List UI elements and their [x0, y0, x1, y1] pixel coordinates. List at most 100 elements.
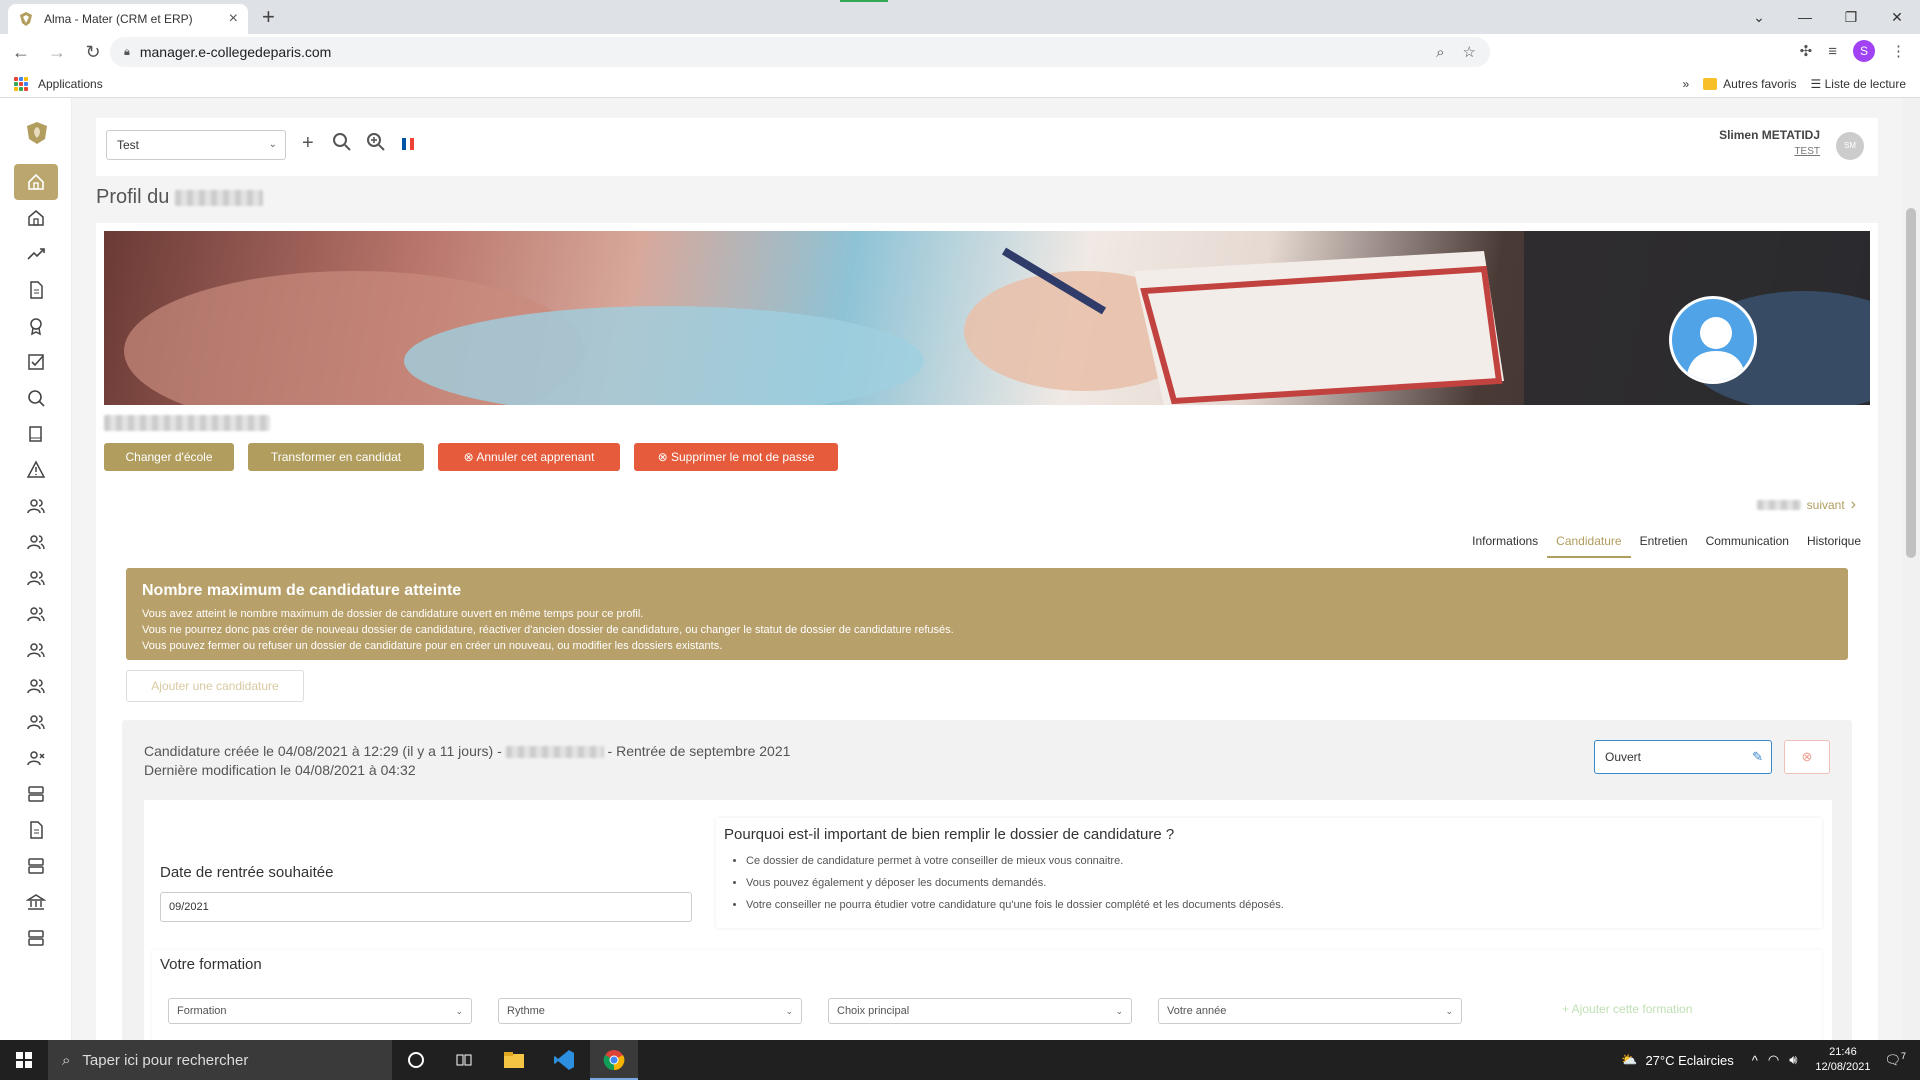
bookmark-star-icon[interactable]: ☆ — [1463, 43, 1476, 61]
tab-historique[interactable]: Historique — [1798, 528, 1870, 558]
formation-select[interactable]: Formation ⌄ — [168, 998, 472, 1024]
banner-illustration — [124, 231, 1870, 405]
extensions-icon[interactable]: ✣ — [1800, 42, 1813, 60]
application-modified: Dernière modification le 04/08/2021 à 04… — [144, 762, 416, 778]
bookmark-folder-other[interactable]: Autres favoris — [1703, 77, 1797, 91]
rythme-select[interactable]: Rythme ⌄ — [498, 998, 802, 1024]
sidebar-item-search[interactable] — [14, 380, 58, 416]
sidebar-item-school[interactable] — [14, 200, 58, 236]
bookmarks-overflow-icon[interactable]: » — [1682, 77, 1689, 91]
trending-icon — [27, 248, 45, 260]
cortana-icon[interactable] — [402, 1046, 430, 1074]
page-title: Profil du — [96, 186, 263, 209]
sidebar-item-book[interactable] — [14, 416, 58, 452]
to-candidate-button[interactable]: Transformer en candidat — [248, 443, 424, 471]
taskbar-search[interactable]: ⌕ Taper ici pour rechercher — [48, 1040, 392, 1080]
sidebar-item-checkbox[interactable] — [14, 344, 58, 380]
close-window-icon[interactable]: ✕ — [1874, 9, 1920, 26]
edit-pencil-icon[interactable]: ✎ — [1752, 741, 1763, 773]
tab-communication[interactable]: Communication — [1697, 528, 1798, 558]
tab-candidature[interactable]: Candidature — [1547, 528, 1631, 558]
zoom-icon[interactable]: ⌕ — [1436, 44, 1444, 61]
user-avatar[interactable]: SM — [1836, 132, 1864, 160]
users-icon — [27, 571, 45, 586]
task-view-icon[interactable] — [450, 1046, 478, 1074]
delete-password-button[interactable]: ⊗ Supprimer le mot de passe — [634, 443, 838, 471]
close-tab-icon[interactable]: × — [229, 10, 238, 28]
media-icon[interactable]: ≡ — [1828, 43, 1837, 60]
main-choice-select[interactable]: Choix principal ⌄ — [828, 998, 1132, 1024]
chevron-up-icon[interactable]: ^ — [1752, 1053, 1758, 1068]
bookmark-apps[interactable]: Applications — [14, 76, 103, 91]
user-info[interactable]: Slimen METATIDJ TEST — [1719, 128, 1820, 157]
sidebar-item-server[interactable] — [14, 848, 58, 884]
close-application-button[interactable]: ⊗ — [1784, 740, 1830, 774]
year-select[interactable]: Votre année ⌄ — [1158, 998, 1462, 1024]
url-text[interactable]: manager.e-collegedeparis.com — [140, 44, 1418, 60]
restore-icon[interactable]: ❐ — [1828, 9, 1874, 26]
vscode-icon[interactable] — [550, 1046, 578, 1074]
zoom-in-icon[interactable] — [366, 132, 386, 152]
profile-avatar-placeholder[interactable] — [1669, 296, 1757, 384]
clock-date: 12/08/2021 — [1815, 1061, 1871, 1073]
back-icon[interactable]: ← — [6, 42, 36, 63]
reload-icon[interactable]: ↻ — [78, 42, 108, 63]
sidebar-item-users[interactable] — [14, 596, 58, 632]
tab-entretien[interactable]: Entretien — [1631, 528, 1697, 558]
add-application-button[interactable]: Ajouter une candidature — [126, 670, 304, 702]
tab-informations[interactable]: Informations — [1463, 528, 1547, 558]
profile-avatar[interactable]: S — [1853, 40, 1875, 62]
app-logo[interactable] — [24, 120, 50, 146]
network-icon[interactable]: ◠ — [1768, 1052, 1779, 1068]
page-scrollbar[interactable] — [1902, 98, 1920, 1040]
application-status-field[interactable]: Ouvert ✎ — [1594, 740, 1772, 774]
alert-line-2: Vous ne pourrez donc pas créer de nouvea… — [142, 624, 954, 636]
sidebar-item-bank[interactable] — [14, 884, 58, 920]
chrome-icon[interactable] — [600, 1046, 628, 1074]
add-icon[interactable]: + — [302, 132, 314, 155]
sidebar-item-home[interactable] — [14, 164, 58, 200]
sidebar-item-users[interactable] — [14, 524, 58, 560]
new-tab-icon[interactable]: + — [262, 4, 275, 30]
browser-tab[interactable]: Alma - Mater (CRM et ERP) × — [8, 4, 248, 34]
user-remove-icon — [27, 751, 45, 766]
sidebar-item-award[interactable] — [14, 308, 58, 344]
sidebar-item-users[interactable] — [14, 668, 58, 704]
sidebar-item-document[interactable] — [14, 812, 58, 848]
sidebar-item-server[interactable] — [14, 920, 58, 956]
start-date-input[interactable]: 09/2021 — [160, 892, 692, 922]
browser-menu-icon[interactable]: ⋮ — [1891, 42, 1906, 60]
sidebar-item-users[interactable] — [14, 560, 58, 596]
sidebar-item-server[interactable] — [14, 776, 58, 812]
cancel-learner-button[interactable]: ⊗ Annuler cet apprenant — [438, 443, 620, 471]
sidebar-item-users[interactable] — [14, 632, 58, 668]
user-role[interactable]: TEST — [1719, 146, 1820, 157]
clock[interactable]: 21:46 12/08/2021 — [1815, 1045, 1870, 1075]
forward-icon[interactable]: → — [42, 42, 72, 63]
lock-icon[interactable]: 🔒︎ — [124, 46, 130, 59]
search-icon[interactable] — [332, 132, 352, 152]
add-formation-link[interactable]: + Ajouter cette formation — [1562, 1002, 1692, 1016]
scrollbar-thumb[interactable] — [1906, 208, 1916, 558]
notifications-icon[interactable]: 🗨︎7 — [1884, 1051, 1906, 1068]
sidebar-item-users[interactable] — [14, 488, 58, 524]
windows-start-icon[interactable] — [16, 1052, 32, 1068]
application-card: Candidature créée le 04/08/2021 à 12:29 … — [122, 720, 1852, 1040]
sidebar-item-user-remove[interactable] — [14, 740, 58, 776]
sidebar-item-trending[interactable] — [14, 236, 58, 272]
sidebar-item-alert-triangle[interactable] — [14, 452, 58, 488]
volume-icon[interactable]: 🔊︎ — [1789, 1052, 1797, 1068]
minimize-icon[interactable]: — — [1782, 9, 1828, 25]
sidebar-item-users[interactable] — [14, 704, 58, 740]
school-select[interactable]: Test ⌄ — [106, 130, 286, 160]
sidebar-item-document[interactable] — [14, 272, 58, 308]
reading-list[interactable]: ☰ Liste de lecture — [1811, 77, 1906, 91]
weather-text[interactable]: 27°C Eclaircies — [1645, 1053, 1733, 1068]
tab-search-icon[interactable]: ⌄ — [1736, 9, 1782, 26]
file-explorer-icon[interactable] — [500, 1046, 528, 1074]
address-bar[interactable]: 🔒︎ manager.e-collegedeparis.com ⌕ ☆ — [110, 37, 1490, 67]
language-flag-fr-icon[interactable] — [402, 138, 414, 150]
next-profile-link[interactable]: suivant › — [1756, 496, 1856, 514]
change-school-button[interactable]: Changer d'école — [104, 443, 234, 471]
weather-icon[interactable]: ⛅ — [1621, 1052, 1637, 1068]
